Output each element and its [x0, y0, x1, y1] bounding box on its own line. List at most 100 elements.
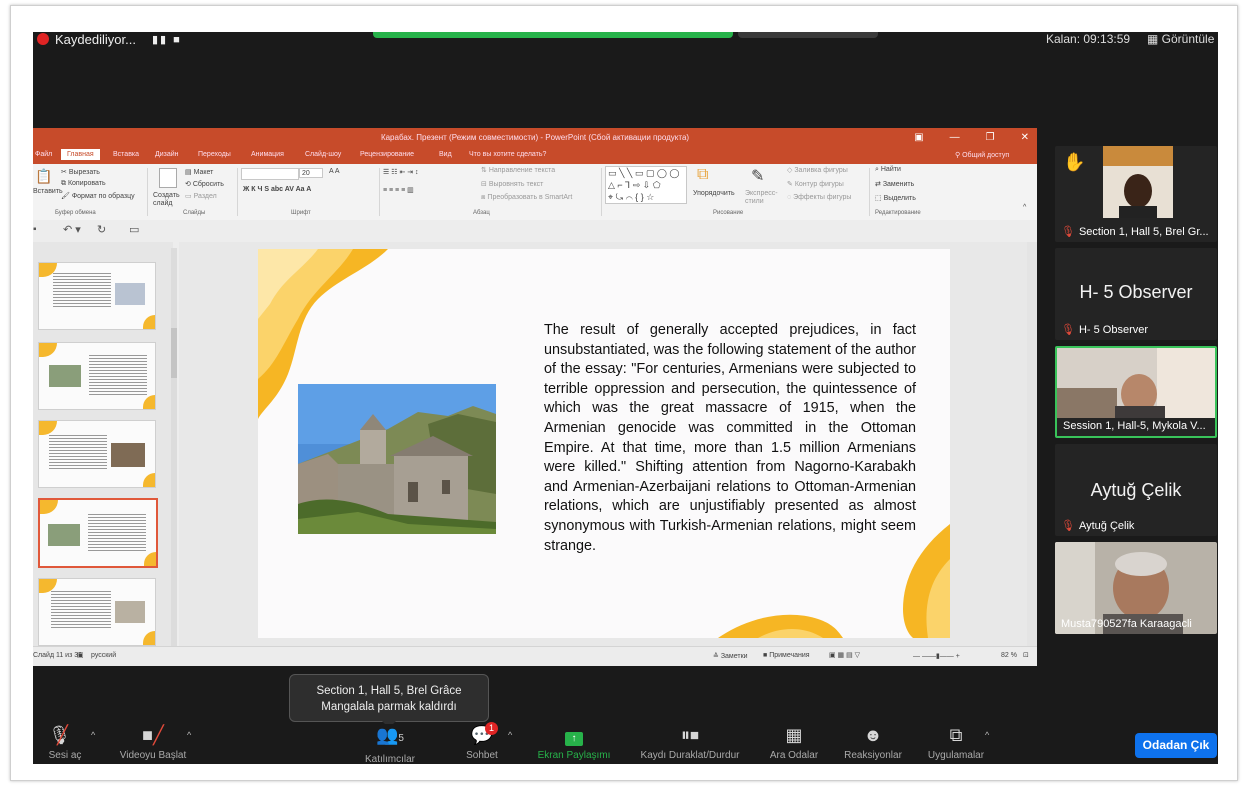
screen-share-banner[interactable] [373, 32, 733, 38]
tab-slideshow[interactable]: Слайд-шоу [305, 151, 341, 158]
shape-effects-button[interactable]: ◌ Эффекты фигуры [787, 194, 851, 201]
zoom-slider[interactable]: — ——▮—— + [913, 652, 960, 660]
arrange-icon[interactable]: ⧉ [697, 166, 708, 184]
participant-tile[interactable]: ✋ 🎙 Section 1, Hall 5, Brel Gr... [1055, 146, 1217, 242]
participant-name: 🎙 Section 1, Hall 5, Brel Gr... [1061, 225, 1209, 239]
participant-tile[interactable]: Musta790527fa Karaagacli [1055, 542, 1217, 634]
pause-stop-recording-button[interactable]: ⏸⏹ Kaydı Duraklat/Durdur [627, 724, 753, 764]
tab-design[interactable]: Дизайн [155, 151, 179, 158]
format-painter-button[interactable]: 🖌 Формат по образцу [61, 192, 135, 200]
quick-styles-button[interactable]: Экспресс-стили [745, 190, 783, 206]
breakout-rooms-button[interactable]: ▦ Ara Odalar [759, 724, 829, 764]
shape-fill-button[interactable]: ◇ Заливка фигуры [787, 166, 848, 174]
collapse-ribbon-icon[interactable]: ^ [1023, 204, 1026, 211]
current-slide[interactable]: The result of generally accepted prejudi… [258, 249, 950, 638]
thumbnails-scrollbar[interactable] [171, 248, 177, 648]
font-grow-shrink-icons[interactable]: A A [329, 168, 340, 175]
start-video-button[interactable]: ■╱ Videoyu Başlat [113, 724, 193, 764]
font-name-input[interactable] [241, 168, 299, 180]
section-button[interactable]: ▭ Раздел [185, 192, 217, 200]
tab-file[interactable]: Файл [35, 151, 52, 158]
shapes-gallery[interactable]: ▭ ╲ ╲ ▭ ▢ ◯ ◯ △ ⌐ ⅂ ⇨ ⇩ ⬠ ⌖ ⤿ ⌒ { } ☆ [605, 166, 687, 204]
save-icon[interactable]: ▪ [33, 224, 37, 235]
shape-outline-button[interactable]: ✎ Контур фигуры [787, 180, 844, 188]
paste-icon[interactable]: 📋 [35, 168, 52, 185]
group-editing: Редактирование [875, 210, 921, 216]
chat-button[interactable]: 💬 1 Sohbet [457, 722, 507, 764]
stop-share-banner[interactable] [738, 32, 878, 38]
raise-hand-notification: Section 1, Hall 5, Brel Grâce Mangalala … [289, 674, 489, 728]
slide-thumbnail[interactable] [38, 420, 156, 488]
find-button[interactable]: ⌕ Найти [875, 166, 901, 174]
slide-thumbnail-selected[interactable] [38, 498, 158, 568]
present-icon[interactable]: ▭ [129, 223, 139, 236]
tab-view[interactable]: Вид [439, 151, 452, 158]
unmute-button[interactable]: 🎙╱ Sesi aç [45, 724, 85, 764]
reset-button[interactable]: ⟲ Сбросить [185, 180, 224, 188]
slide-thumbnail[interactable] [38, 342, 156, 410]
quick-styles-icon[interactable]: ✎ [751, 166, 764, 186]
new-slide-button[interactable]: Создать слайд [153, 192, 181, 208]
view-mode-icons[interactable]: ▣ ▦ ▤ ▽ [829, 651, 860, 659]
participants-label: Katılımcılar [364, 754, 415, 764]
tell-me-search[interactable]: Что вы хотите сделать? [469, 151, 546, 158]
tab-review[interactable]: Рецензирование [360, 151, 414, 158]
copy-button[interactable]: ⧉ Копировать [61, 180, 106, 188]
slide-thumbnail[interactable] [38, 578, 156, 646]
minimize-icon[interactable]: — [950, 128, 960, 148]
chat-options-chevron-icon[interactable]: ^ [508, 730, 512, 740]
ribbon-options-icon[interactable]: ▣ [914, 128, 923, 148]
spellcheck-icon[interactable]: ▣ [77, 651, 84, 659]
slide-thumbnail[interactable] [38, 262, 156, 330]
tab-home[interactable]: Главная [61, 149, 100, 160]
leave-room-button[interactable]: Odadan Çık [1135, 733, 1217, 758]
redo-icon[interactable]: ↻ [97, 223, 106, 236]
thumbnails-scroll-thumb[interactable] [171, 328, 177, 378]
pause-stop-record-icon[interactable]: ▮▮ ■ [152, 33, 182, 46]
recording-label: Kaydediliyor... [55, 32, 136, 47]
language-label[interactable]: русский [91, 652, 116, 659]
list-buttons[interactable]: ☰ ☷ ⇤ ⇥ ↕ [383, 168, 419, 176]
apps-options-chevron-icon[interactable]: ^ [985, 730, 989, 740]
video-options-chevron-icon[interactable]: ^ [187, 730, 191, 740]
tab-transitions[interactable]: Переходы [198, 151, 231, 158]
view-label: Görüntüle [1161, 32, 1215, 46]
undo-icon[interactable]: ↶ ▾ [63, 223, 81, 236]
apps-button[interactable]: ⧉ Uygulamalar [921, 724, 991, 764]
maximize-icon[interactable]: ❐ [986, 128, 995, 148]
editor-scrollbar[interactable] [1027, 242, 1037, 646]
close-icon[interactable]: ✕ [1021, 128, 1029, 148]
align-buttons[interactable]: ≡ ≡ ≡ ≡ ▥ [383, 186, 414, 194]
cut-button[interactable]: ✂ Вырезать [61, 168, 100, 176]
layout-button[interactable]: ▤ Макет [185, 168, 213, 176]
font-size-input[interactable]: 20 [299, 168, 323, 178]
ribbon-separator [601, 168, 602, 216]
paste-button[interactable]: Вставить [33, 188, 63, 195]
reactions-button[interactable]: ☻ Reaksiyonlar [833, 724, 913, 764]
share-button[interactable]: ⚲ Общий доступ [955, 151, 1009, 159]
view-button[interactable]: ▦ Görüntüle [1147, 32, 1214, 46]
select-button[interactable]: ⬚ Выделить [875, 194, 916, 202]
font-style-buttons[interactable]: Ж К Ч S abc AV Aa A [243, 186, 311, 193]
fit-slide-icon[interactable]: ⊡ [1023, 651, 1029, 659]
replace-button[interactable]: ⇄ Заменить [875, 180, 914, 188]
arrange-button[interactable]: Упорядочить [693, 190, 735, 197]
thumb-decoration [39, 343, 57, 357]
share-screen-button[interactable]: ↑ Ekran Paylaşımı [529, 724, 619, 764]
participant-tile[interactable]: H- 5 Observer 🎙 H- 5 Observer [1055, 248, 1217, 340]
smartart-button[interactable]: ⧈ Преобразовать в SmartArt [481, 194, 572, 202]
audio-options-chevron-icon[interactable]: ^ [91, 730, 95, 740]
participant-tile-active-speaker[interactable]: Session 1, Hall-5, Mykola V... [1055, 346, 1217, 438]
text-direction-button[interactable]: ⇅ Направление текста [481, 166, 555, 174]
zoom-percent[interactable]: 82 % [1001, 652, 1017, 659]
participant-tile[interactable]: Aytuğ Çelik 🎙 Aytuğ Çelik [1055, 444, 1217, 536]
slide-body-text[interactable]: The result of generally accepted prejudi… [544, 321, 916, 556]
participant-name-label: H- 5 Observer [1078, 323, 1149, 336]
notes-button[interactable]: ≙ Заметки [713, 652, 748, 660]
new-slide-icon[interactable] [159, 168, 177, 188]
comments-button[interactable]: ■ Примечания [763, 652, 810, 659]
tab-animation[interactable]: Анимация [251, 151, 284, 158]
participants-button[interactable]: 👥5 Katılımcılar [355, 724, 425, 764]
align-text-button[interactable]: ⊟ Выровнять текст [481, 180, 543, 188]
tab-insert[interactable]: Вставка [113, 151, 139, 158]
